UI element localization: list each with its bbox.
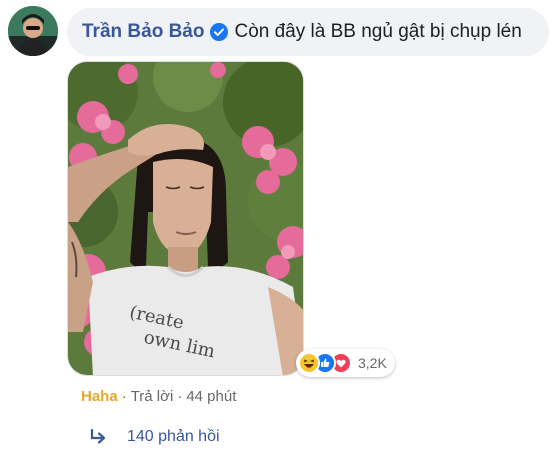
comment-bubble: Trần Bảo Bảo Còn đây là BB ngủ gật bị ch…: [67, 8, 549, 56]
separator-dot: ·: [177, 388, 183, 405]
author-avatar[interactable]: [8, 6, 58, 56]
view-replies-link[interactable]: 140 phản hồi: [89, 428, 220, 446]
comment-author-name[interactable]: Trần Bảo Bảo: [82, 21, 204, 43]
separator-dot: ·: [121, 388, 127, 405]
reaction-count: 3,2K: [358, 355, 387, 371]
verified-badge-icon: [210, 23, 229, 41]
replies-count-label: 140 phản hồi: [127, 428, 220, 445]
comment-timestamp[interactable]: 44 phút: [186, 388, 236, 405]
haha-reaction-icon: [298, 352, 320, 374]
reply-button[interactable]: Trả lời: [131, 388, 174, 405]
reply-arrow-icon: [89, 428, 109, 445]
comment-actions: Haha · Trả lời · 44 phút: [81, 388, 236, 405]
comment-photo[interactable]: (reate own lim: [67, 61, 304, 376]
reaction-summary[interactable]: 3,2K: [296, 349, 395, 377]
reaction-label-haha[interactable]: Haha: [81, 388, 118, 405]
comment-text: Còn đây là BB ngủ gật bị chụp lén: [234, 21, 522, 42]
